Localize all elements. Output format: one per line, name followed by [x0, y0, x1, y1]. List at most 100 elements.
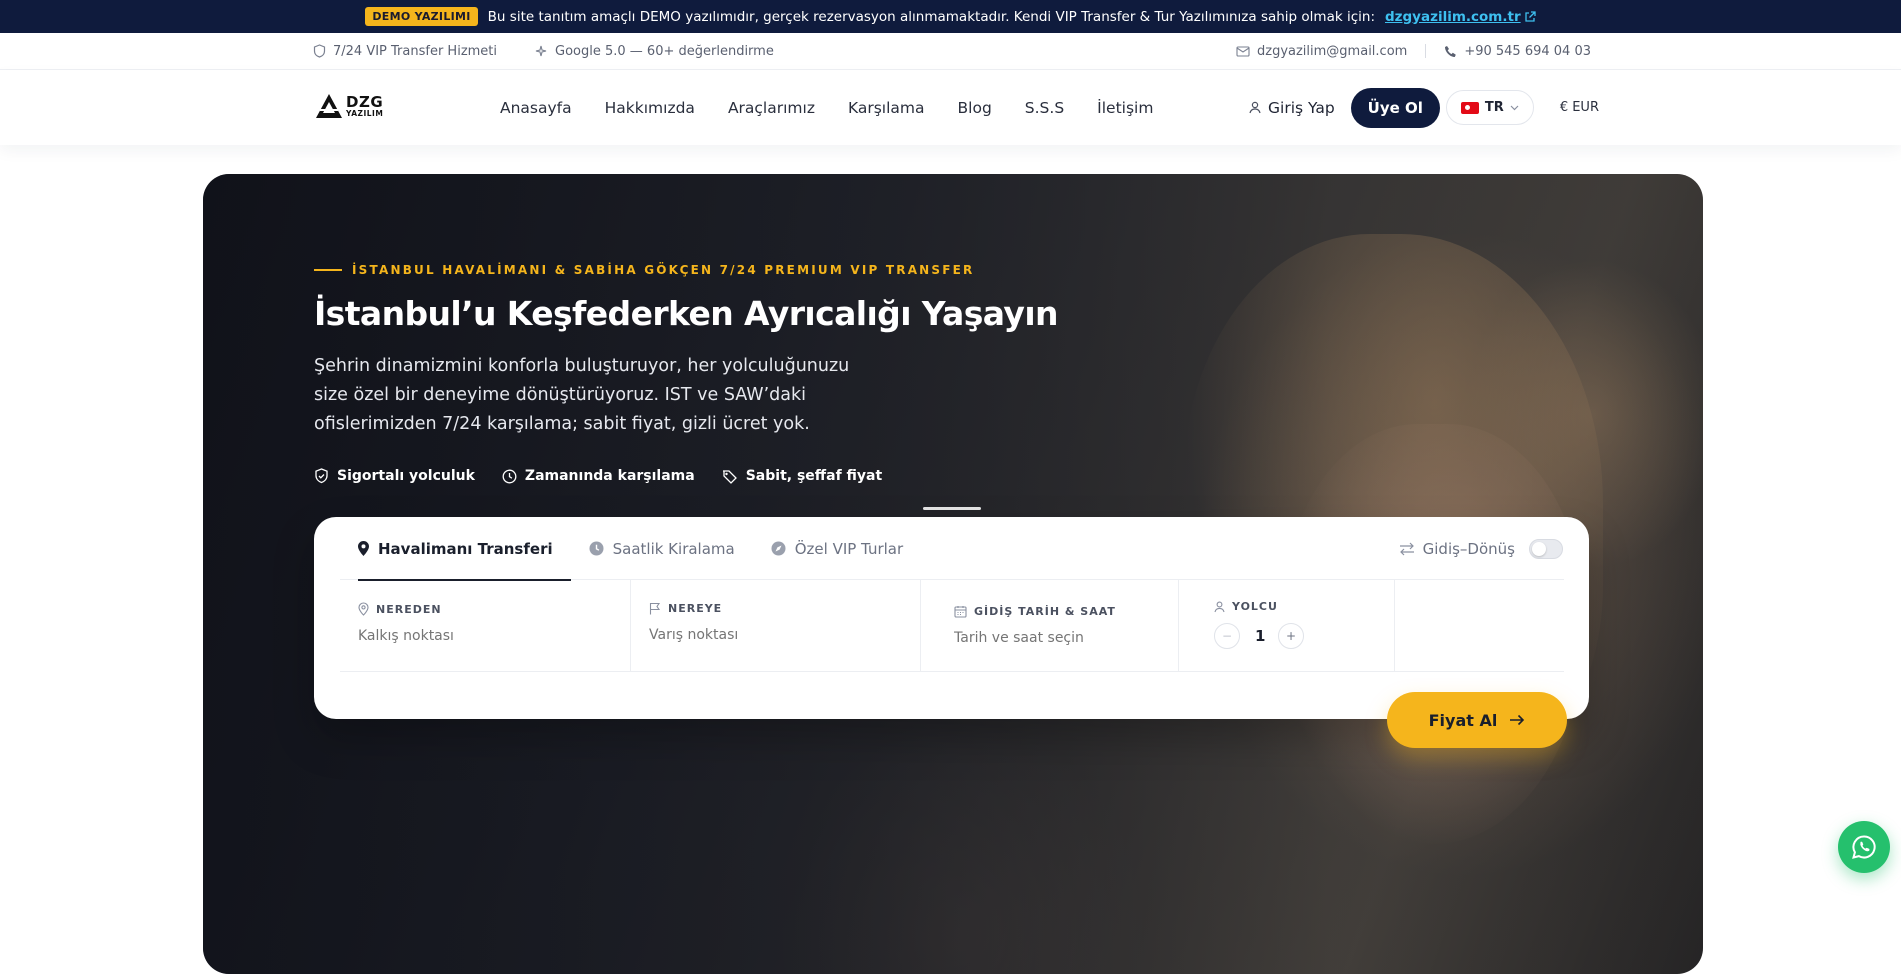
rating-info: Google 5.0 — 60+ değerlendirme: [535, 44, 774, 59]
demo-banner: DEMO YAZILIMI Bu site tanıtım amaçlı DEM…: [0, 0, 1901, 33]
logo[interactable]: DZG YAZILIM: [314, 92, 383, 120]
info-bar: 7/24 VIP Transfer Hizmeti Google 5.0 — 6…: [0, 33, 1901, 70]
feature-insured-text: Sigortalı yolculuk: [337, 468, 475, 484]
clock-filled-icon: [589, 541, 604, 556]
feature-on-time: Zamanında karşılama: [502, 468, 695, 484]
nav-about[interactable]: Hakkımızda: [605, 99, 695, 117]
date-input[interactable]: [954, 630, 1174, 646]
nav-contact[interactable]: İletişim: [1097, 99, 1153, 117]
hero-features: Sigortalı yolculuk Zamanında karşılama S…: [314, 468, 882, 484]
tab-vip-tours-label: Özel VIP Turlar: [794, 539, 904, 558]
swap-arrows-icon: [1399, 542, 1414, 556]
logo-triangle-icon: [316, 94, 342, 118]
from-field[interactable]: NEREDEN: [340, 580, 630, 671]
chevron-down-icon: [1510, 105, 1519, 110]
tab-hourly-rental[interactable]: Saatlik Kiralama: [571, 517, 753, 580]
hero-title: İstanbul’u Keşfederken Ayrıcalığı Yaşayı…: [314, 294, 1059, 333]
nav-faq[interactable]: S.S.S: [1025, 99, 1064, 117]
login-text: Giriş Yap: [1268, 98, 1335, 117]
demo-message: Bu site tanıtım amaçlı DEMO yazılımıdır,…: [487, 8, 1375, 25]
phone-text: +90 545 694 04 03: [1464, 43, 1591, 59]
eyebrow-line: [314, 269, 342, 271]
passenger-increase-button[interactable]: +: [1278, 623, 1304, 649]
to-input[interactable]: [649, 627, 869, 643]
service-info: 7/24 VIP Transfer Hizmeti: [313, 44, 497, 59]
round-trip-switch[interactable]: [1529, 539, 1563, 559]
nav-home[interactable]: Anasayfa: [500, 99, 572, 117]
currency-selector[interactable]: € EUR: [1560, 100, 1599, 115]
passenger-field: YOLCU − 1 +: [1178, 580, 1394, 671]
compass-icon: [771, 541, 786, 556]
demo-link[interactable]: dzgyazilim.com.tr: [1385, 9, 1536, 25]
passenger-count: 1: [1255, 627, 1266, 645]
round-trip-label: Gidiş–Dönüş: [1422, 540, 1515, 558]
hero: İSTANBUL HAVALİMANI & SABİHA GÖKÇEN 7/24…: [203, 174, 1703, 974]
user-icon: [1249, 101, 1261, 114]
tab-airport-transfer-label: Havalimanı Transferi: [378, 539, 553, 558]
tab-hourly-rental-label: Saatlik Kiralama: [612, 539, 735, 558]
tab-airport-transfer[interactable]: Havalimanı Transferi: [340, 517, 571, 581]
get-price-button[interactable]: Fiyat Al: [1387, 692, 1567, 748]
passenger-label-row: YOLCU: [1214, 600, 1376, 613]
to-label-row: NEREYE: [649, 602, 902, 615]
shield-icon: [313, 44, 326, 58]
booking-widget: Havalimanı Transferi Saatlik Kiralama Öz…: [314, 517, 1589, 719]
rating-text: Google 5.0 — 60+ değerlendirme: [555, 43, 774, 59]
date-label: GİDİŞ TARİH & SAAT: [974, 605, 1116, 618]
demo-badge: DEMO YAZILIMI: [365, 7, 478, 26]
signup-button[interactable]: Üye Ol: [1350, 87, 1440, 128]
logo-sub-text: YAZILIM: [346, 108, 384, 118]
eyebrow-text: İSTANBUL HAVALİMANI & SABİHA GÖKÇEN 7/24…: [352, 263, 975, 277]
external-link-icon: [1524, 10, 1536, 22]
empty-field-slot: [1394, 580, 1564, 671]
language-selector[interactable]: TR: [1445, 90, 1534, 125]
person-icon: [1214, 601, 1225, 612]
to-label: NEREYE: [668, 602, 723, 615]
passenger-label: YOLCU: [1232, 600, 1278, 613]
date-label-row: GİDİŞ TARİH & SAAT: [954, 605, 1160, 618]
calendar-icon: [954, 606, 967, 618]
round-trip-toggle[interactable]: Gidiş–Dönüş: [1399, 539, 1563, 559]
login-link[interactable]: Giriş Yap: [1249, 99, 1335, 117]
clock-icon: [502, 469, 517, 483]
demo-link-text: dzgyazilim.com.tr: [1385, 8, 1521, 25]
divider: [1425, 44, 1427, 58]
booking-tabs: Havalimanı Transferi Saatlik Kiralama Öz…: [340, 517, 1564, 581]
feature-fixed-price-text: Sabit, şeffaf fiyat: [745, 468, 883, 484]
nav-blog[interactable]: Blog: [958, 99, 992, 117]
turkey-flag-icon: [1460, 101, 1479, 114]
from-label-row: NEREDEN: [358, 602, 612, 616]
whatsapp-button[interactable]: [1838, 821, 1890, 873]
phone-link[interactable]: +90 545 694 04 03: [1444, 44, 1591, 59]
from-input[interactable]: [358, 628, 578, 644]
email-link[interactable]: dzgyazilim@gmail.com: [1236, 44, 1407, 59]
map-pin-icon: [358, 541, 369, 556]
flag-icon: [649, 602, 661, 615]
logo-main-text: DZG: [346, 92, 384, 111]
date-field[interactable]: GİDİŞ TARİH & SAAT: [920, 580, 1178, 671]
passenger-decrease-button[interactable]: −: [1214, 623, 1240, 649]
sparkle-icon: [535, 45, 547, 56]
feature-fixed-price: Sabit, şeffaf fiyat: [722, 468, 882, 484]
get-price-label: Fiyat Al: [1428, 710, 1498, 730]
hero-subtitle: Şehrin dinamizmini konforla buluşturuyor…: [314, 356, 850, 434]
email-text: dzgyazilim@gmail.com: [1257, 43, 1408, 59]
passenger-stepper: − 1 +: [1214, 623, 1376, 649]
service-text: 7/24 VIP Transfer Hizmeti: [333, 43, 498, 59]
from-label: NEREDEN: [376, 602, 442, 616]
tab-vip-tours[interactable]: Özel VIP Turlar: [753, 517, 921, 580]
feature-insured: Sigortalı yolculuk: [314, 468, 475, 484]
arrow-right-icon: [1510, 714, 1525, 726]
main-nav: DZG YAZILIM Anasayfa Hakkımızda Araçları…: [0, 70, 1901, 145]
shield-check-icon: [315, 468, 328, 484]
hero-eyebrow: İSTANBUL HAVALİMANI & SABİHA GÖKÇEN 7/24…: [314, 263, 975, 277]
feature-on-time-text: Zamanında karşılama: [524, 468, 695, 484]
mail-icon: [1236, 45, 1250, 57]
nav-vehicles[interactable]: Araçlarımız: [728, 99, 815, 117]
slider-indicator[interactable]: [923, 507, 981, 510]
nav-meet-greet[interactable]: Karşılama: [848, 99, 925, 117]
menu: Anasayfa Hakkımızda Araçlarımız Karşılam…: [500, 99, 1153, 117]
phone-icon: [1445, 45, 1457, 57]
location-pin-icon: [358, 602, 369, 616]
to-field[interactable]: NEREYE: [630, 580, 920, 671]
